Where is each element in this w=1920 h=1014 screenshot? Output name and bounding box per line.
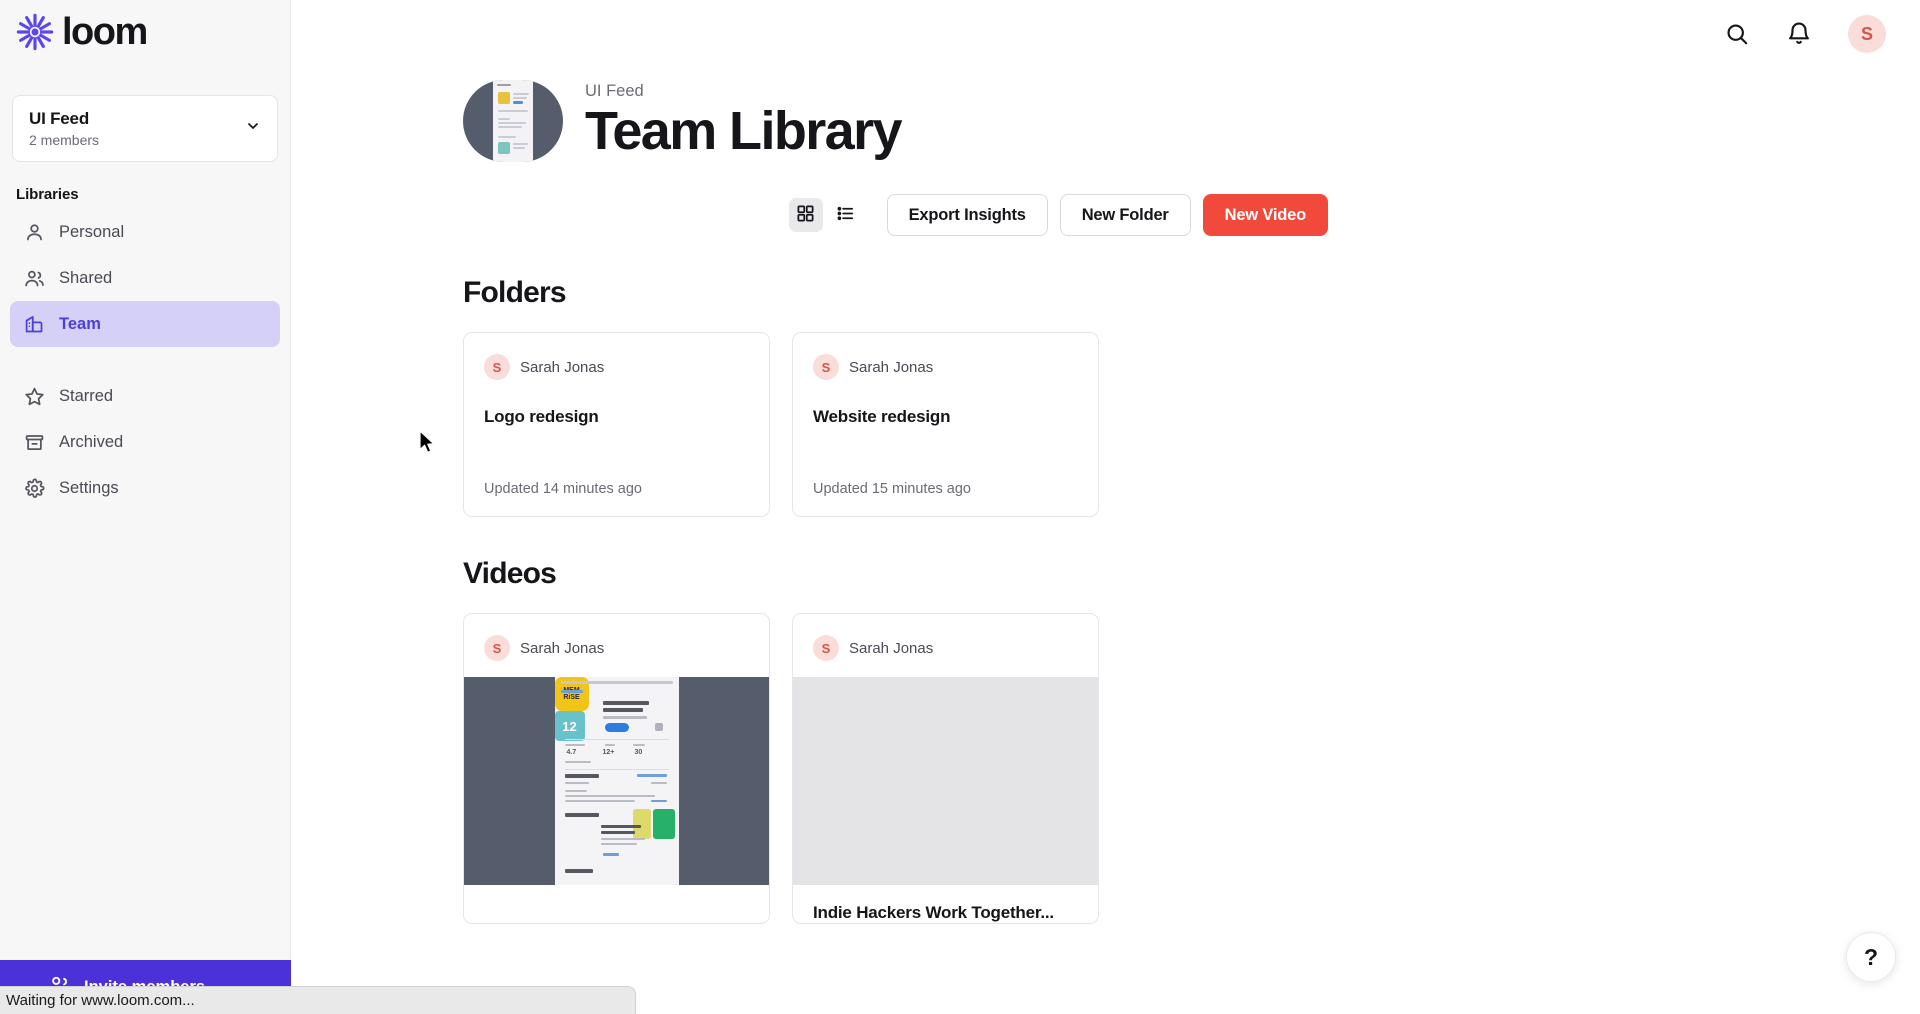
video-title (464, 885, 769, 903)
sidebar-item-starred[interactable]: Starred (10, 373, 280, 419)
folder-name: Website redesign (813, 407, 951, 426)
sidebar: loom UI Feed 2 members Libraries Persona… (0, 0, 291, 1014)
workspace-switcher[interactable]: UI Feed 2 members (12, 95, 278, 162)
library-toolbar: Export Insights New Folder New Video (463, 162, 1920, 236)
app-age-rating: 12+ (602, 749, 615, 756)
grid-view-button[interactable] (788, 198, 823, 232)
page-title: Team Library (585, 100, 903, 161)
avatar: S (813, 354, 839, 380)
sidebar-item-label: Personal (59, 222, 125, 241)
avatar-initial: S (1860, 23, 1873, 44)
sidebar-item-shared[interactable]: Shared (10, 255, 280, 301)
app-logo-wordmark: loom (62, 11, 148, 53)
app-rank: 30 (634, 749, 643, 756)
video-thumbnail[interactable]: MEM RiSE 4.7 12+ 30 (464, 677, 769, 885)
videos-grid: S Sarah Jonas MEM RiSE (463, 613, 1920, 924)
mouse-cursor (419, 430, 436, 460)
search-icon[interactable] (1724, 21, 1750, 47)
video-owner: S Sarah Jonas (793, 614, 1098, 677)
sidebar-item-settings[interactable]: Settings (10, 465, 280, 511)
list-view-icon (836, 204, 855, 226)
grid-view-icon (796, 204, 815, 226)
avatar-initial: S (492, 640, 502, 656)
loom-starburst-icon (16, 13, 54, 56)
new-folder-button[interactable]: New Folder (1059, 194, 1191, 236)
owner-name: Sarah Jonas (849, 639, 934, 657)
folder-updated: Updated 15 minutes ago (813, 481, 971, 497)
top-bar: S (291, 0, 1920, 68)
workspace-thumbnail (463, 80, 563, 162)
video-card[interactable]: S Sarah Jonas MEM RiSE (463, 613, 770, 924)
video-owner: S Sarah Jonas (464, 614, 769, 677)
memrise-app-store-screenshot: MEM RiSE 4.7 12+ 30 (554, 677, 679, 885)
sidebar-item-label: Settings (59, 478, 119, 497)
browser-status-text: Waiting for www.loom.com... (6, 992, 195, 1009)
videos-section-title: Videos (463, 557, 557, 590)
sidebar-item-label: Archived (59, 432, 124, 451)
page-eyebrow: UI Feed (585, 81, 644, 100)
sidebar-item-label: Shared (59, 268, 113, 287)
people-icon (24, 268, 45, 289)
libraries-section-label: Libraries (16, 186, 79, 203)
export-insights-button[interactable]: Export Insights (886, 194, 1048, 236)
bell-icon[interactable] (1786, 21, 1812, 47)
app-logo[interactable]: loom (0, 0, 290, 68)
folders-grid: S Sarah Jonas Logo redesign Updated 14 m… (463, 332, 1920, 517)
app-rating: 4.7 (566, 749, 577, 756)
workspace-name: UI Feed (29, 109, 90, 128)
sidebar-item-archived[interactable]: Archived (10, 419, 280, 465)
view-mode-toggle (788, 198, 863, 232)
avatar-initial: S (821, 640, 831, 656)
star-icon (24, 386, 45, 407)
user-avatar[interactable]: S (1848, 15, 1886, 53)
new-video-button[interactable]: New Video (1202, 194, 1328, 236)
owner-name: Sarah Jonas (520, 639, 605, 657)
folder-card[interactable]: S Sarah Jonas Logo redesign Updated 14 m… (463, 332, 770, 517)
avatar-initial: S (821, 359, 831, 375)
list-view-button[interactable] (829, 198, 863, 232)
main-content: S UI Feed Team Library Export Insights N… (291, 0, 1920, 1014)
avatar-initial: S (492, 359, 502, 375)
owner-name: Sarah Jonas (520, 358, 605, 376)
video-card[interactable]: S Sarah Jonas Indie Hackers Work Togethe… (792, 613, 1099, 924)
chevron-down-icon (245, 118, 261, 139)
folder-owner: S Sarah Jonas (484, 354, 749, 380)
gear-icon (24, 478, 45, 499)
video-title: Indie Hackers Work Together... (813, 903, 1054, 922)
page-header: UI Feed Team Library (463, 68, 1920, 162)
library-content: UI Feed Team Library Export Insights New… (291, 68, 1920, 924)
browser-status-bar: Waiting for www.loom.com... (0, 986, 636, 1014)
video-thumbnail[interactable] (793, 677, 1098, 885)
archive-box-icon (24, 432, 45, 453)
question-mark-icon: ? (1863, 943, 1879, 970)
folder-name: Logo redesign (484, 407, 599, 426)
folder-owner: S Sarah Jonas (813, 354, 1078, 380)
loom-app-window: loom UI Feed 2 members Libraries Persona… (0, 0, 1920, 1014)
avatar: S (484, 635, 510, 661)
person-icon (24, 222, 45, 243)
workspace-member-count: 2 members (29, 132, 100, 148)
sidebar-nav: Personal Shared Team Starred Archived Se… (0, 209, 290, 511)
avatar: S (484, 354, 510, 380)
sidebar-item-personal[interactable]: Personal (10, 209, 280, 255)
owner-name: Sarah Jonas (849, 358, 934, 376)
help-button[interactable]: ? (1846, 932, 1896, 982)
sidebar-item-team[interactable]: Team (10, 301, 280, 347)
avatar: S (813, 635, 839, 661)
folders-section-title: Folders (463, 276, 567, 309)
nav-divider-space (10, 347, 280, 373)
building-icon (24, 314, 45, 335)
folder-card[interactable]: S Sarah Jonas Website redesign Updated 1… (792, 332, 1099, 517)
folder-updated: Updated 14 minutes ago (484, 481, 642, 497)
sidebar-item-label: Team (59, 314, 101, 333)
sidebar-item-label: Starred (59, 386, 114, 405)
subscription-badge: 12 (554, 711, 585, 741)
